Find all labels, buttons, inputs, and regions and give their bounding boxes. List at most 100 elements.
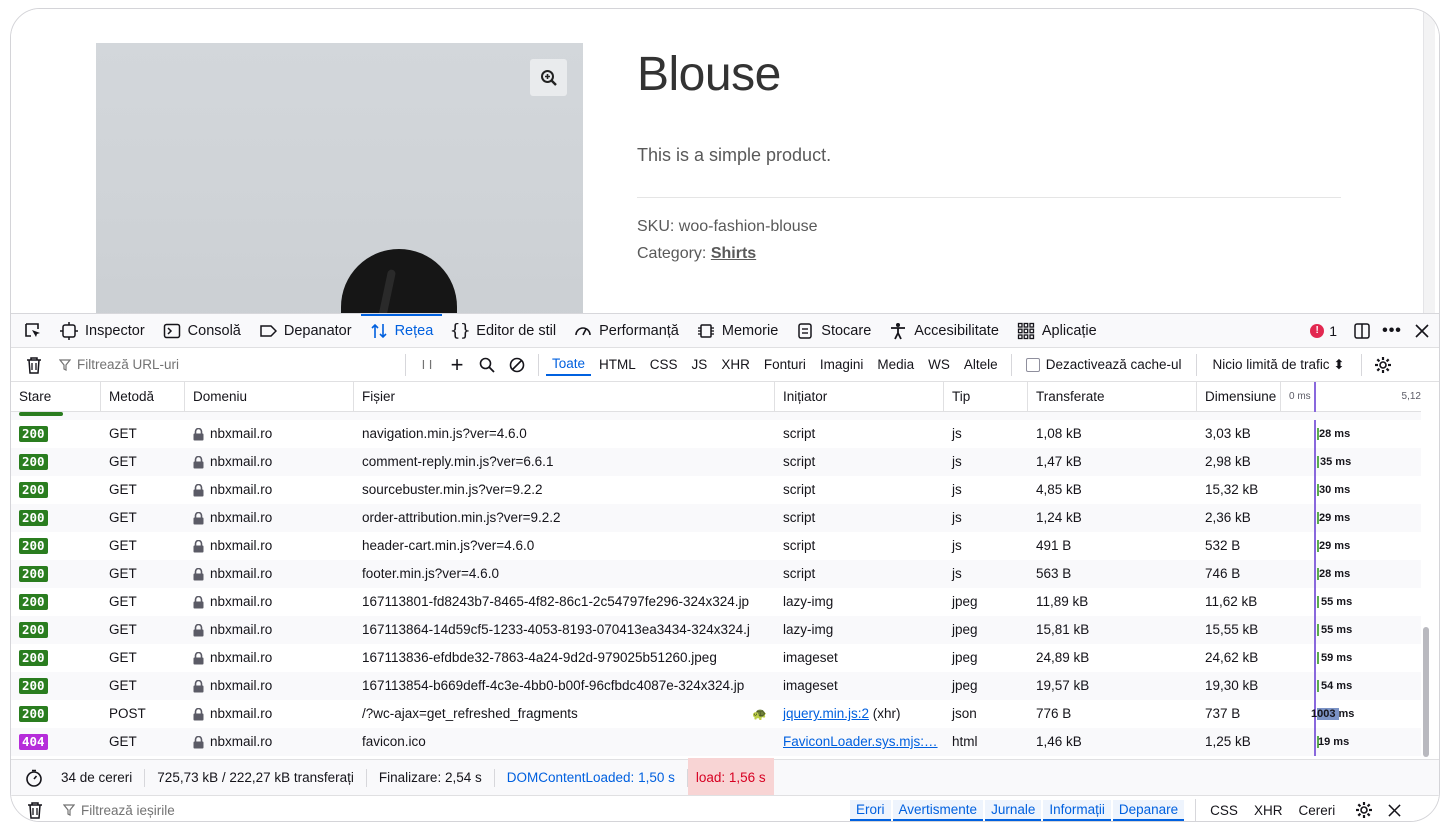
performance-button[interactable] bbox=[11, 769, 49, 787]
request-table-header: Stare Metodă Domeniu Fișier Inițiator Ti… bbox=[11, 382, 1421, 412]
filter-other[interactable]: Altele bbox=[958, 354, 1004, 375]
transferred-cell: 563 B bbox=[1036, 566, 1072, 581]
tab-accessibility[interactable]: Accesibilitate bbox=[880, 314, 1008, 348]
tab-storage[interactable]: Stocare bbox=[787, 314, 880, 348]
domain-text: nbxmail.ro bbox=[210, 538, 273, 553]
dcl-marker bbox=[1314, 382, 1316, 412]
category-link[interactable]: Shirts bbox=[711, 245, 756, 262]
filter-html[interactable]: HTML bbox=[593, 354, 642, 375]
disable-cache-checkbox[interactable]: Dezactivează cache-ul bbox=[1018, 357, 1190, 372]
col-type[interactable]: Tip bbox=[944, 382, 1028, 412]
console-filter-info[interactable]: Informații bbox=[1043, 799, 1111, 821]
col-initiator[interactable]: Inițiator bbox=[775, 382, 944, 412]
filter-css[interactable]: CSS bbox=[644, 354, 684, 375]
filter-media[interactable]: Media bbox=[871, 354, 920, 375]
col-size[interactable]: Dimensiune bbox=[1197, 382, 1281, 412]
filter-images[interactable]: Imagini bbox=[814, 354, 870, 375]
col-status[interactable]: Stare bbox=[11, 382, 101, 412]
domain-cell: nbxmail.ro bbox=[185, 532, 354, 560]
request-list-scrollbar[interactable] bbox=[1421, 412, 1431, 759]
initiator-link[interactable]: jquery.min.js:2 bbox=[783, 706, 869, 721]
console-filter-css[interactable]: CSS bbox=[1202, 803, 1246, 818]
error-count-badge[interactable]: ! 1 bbox=[1300, 323, 1347, 339]
tab-performance[interactable]: Performanță bbox=[565, 314, 688, 348]
tab-debugger[interactable]: Depanator bbox=[250, 314, 361, 348]
initiator-text: script bbox=[783, 566, 816, 581]
tab-style-editor[interactable]: {} Editor de stil bbox=[442, 314, 565, 348]
scrollbar-thumb[interactable] bbox=[1423, 627, 1429, 757]
network-settings-button[interactable] bbox=[1368, 350, 1398, 380]
filter-fonts[interactable]: Fonturi bbox=[758, 354, 812, 375]
block-button[interactable] bbox=[502, 350, 532, 380]
console-filter-input[interactable]: Filtrează ieșirile bbox=[11, 801, 849, 819]
console-filter-xhr[interactable]: XHR bbox=[1246, 803, 1291, 818]
more-options-button[interactable]: ••• bbox=[1377, 316, 1407, 346]
console-settings-button[interactable] bbox=[1349, 795, 1379, 821]
table-row[interactable]: 200 GET nbxmail.ro navigation.min.js?ver=4.… bbox=[11, 420, 1421, 448]
add-request-button[interactable]: + bbox=[442, 350, 472, 380]
filter-all[interactable]: Toate bbox=[546, 353, 592, 376]
product-page: Blouse This is a simple product. SKU: wo… bbox=[11, 9, 1439, 323]
initiator-cell: script bbox=[775, 532, 944, 560]
split-console-bar: Filtrează ieșirile Erori Avertismente Ju… bbox=[11, 795, 1439, 821]
timing-label: 1003 ms bbox=[1311, 708, 1355, 720]
tab-application[interactable]: Aplicație bbox=[1008, 314, 1106, 348]
table-row[interactable]: 200 GET nbxmail.ro 167113854-b669deff-4c3e-… bbox=[11, 672, 1421, 700]
clear-button[interactable] bbox=[19, 350, 49, 380]
lock-icon bbox=[193, 679, 204, 693]
table-row[interactable]: 200 GET nbxmail.ro header-cart.min.js?ver=4… bbox=[11, 532, 1421, 560]
pause-button[interactable]: I I bbox=[412, 350, 442, 380]
filter-ws[interactable]: WS bbox=[922, 354, 956, 375]
domain-text: nbxmail.ro bbox=[210, 622, 273, 637]
tab-network[interactable]: Rețea bbox=[360, 313, 443, 348]
col-transferred[interactable]: Transferate bbox=[1028, 382, 1197, 412]
col-file[interactable]: Fișier bbox=[354, 382, 775, 412]
close-console-button[interactable] bbox=[1379, 795, 1409, 821]
console-filter-logs[interactable]: Jurnale bbox=[985, 799, 1042, 821]
table-row[interactable]: 200 GET nbxmail.ro order-attribution.min.js… bbox=[11, 504, 1421, 532]
method-cell: GET bbox=[109, 650, 137, 665]
close-devtools-button[interactable] bbox=[1407, 316, 1437, 346]
page-scrollbar[interactable] bbox=[1423, 9, 1435, 313]
pick-element-button[interactable] bbox=[11, 314, 51, 348]
col-waterfall[interactable]: 0 ms 5,12 bbox=[1281, 382, 1421, 412]
trash-icon[interactable] bbox=[27, 801, 43, 819]
table-row-partial[interactable] bbox=[11, 412, 1421, 420]
table-row[interactable]: 200 GET nbxmail.ro comment-reply.min.js?ver… bbox=[11, 448, 1421, 476]
close-icon bbox=[1388, 803, 1401, 817]
table-row[interactable]: 200 GET nbxmail.ro footer.min.js?ver=4.6.0 s… bbox=[11, 560, 1421, 588]
tab-memory[interactable]: Memorie bbox=[688, 314, 787, 348]
table-row[interactable]: 200 GET nbxmail.ro sourcebuster.min.js?ver=… bbox=[11, 476, 1421, 504]
domain-cell: nbxmail.ro bbox=[185, 448, 354, 476]
file-text: 167113864-14d59cf5-1233-4053-8193-070413… bbox=[362, 622, 750, 637]
tab-console[interactable]: Consolă bbox=[154, 314, 250, 348]
url-filter-input[interactable]: Filtrează URL-uri bbox=[49, 357, 399, 372]
product-image[interactable] bbox=[96, 43, 583, 323]
filter-js[interactable]: JS bbox=[686, 354, 714, 375]
table-row[interactable]: 200 GET nbxmail.ro 167113836-efdbde32-7863-… bbox=[11, 644, 1421, 672]
initiator-link[interactable]: FaviconLoader.sys.mjs:… bbox=[783, 734, 938, 749]
col-domain[interactable]: Domeniu bbox=[185, 382, 354, 412]
console-filter-requests[interactable]: Cereri bbox=[1290, 803, 1343, 818]
console-filter-warnings[interactable]: Avertismente bbox=[892, 799, 984, 821]
throttling-select[interactable]: Nicio limită de trafic ⬍ bbox=[1203, 357, 1355, 373]
dock-button[interactable] bbox=[1347, 316, 1377, 346]
checkbox[interactable] bbox=[1025, 357, 1040, 372]
console-filter-errors[interactable]: Erori bbox=[850, 799, 891, 821]
search-button[interactable] bbox=[472, 350, 502, 380]
zoom-button[interactable] bbox=[530, 59, 567, 96]
table-row[interactable]: 200 POST nbxmail.ro /?wc-ajax=get_refreshed… bbox=[11, 700, 1421, 728]
memory-icon bbox=[697, 323, 714, 338]
timing-label: 28 ms bbox=[1319, 428, 1351, 440]
table-row[interactable]: 200 GET nbxmail.ro 167113864-14d59cf5-1233-… bbox=[11, 616, 1421, 644]
file-text: 167113801-fd8243b7-8465-4f82-86c1-2c5479… bbox=[362, 594, 750, 609]
col-method[interactable]: Metodă bbox=[101, 382, 185, 412]
table-row[interactable]: 404 GET nbxmail.ro favicon.ico FaviconLoader… bbox=[11, 728, 1421, 756]
waterfall-cell: 1003 ms bbox=[1281, 700, 1421, 728]
divider bbox=[637, 197, 1341, 198]
console-filter-debug[interactable]: Depanare bbox=[1112, 799, 1185, 821]
domain-cell: nbxmail.ro bbox=[185, 700, 354, 728]
table-row[interactable]: 200 GET nbxmail.ro 167113801-fd8243b7-8465-… bbox=[11, 588, 1421, 616]
filter-xhr[interactable]: XHR bbox=[715, 354, 756, 375]
tab-inspector[interactable]: Inspector bbox=[51, 314, 154, 348]
